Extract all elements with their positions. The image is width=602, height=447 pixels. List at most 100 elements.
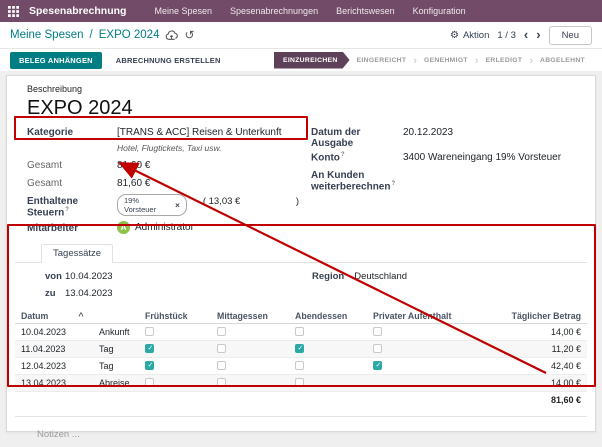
employee-avatar: A — [117, 221, 130, 234]
attach-receipt-button[interactable]: BELEG ANHÄNGEN — [10, 52, 102, 69]
field-total-company: Gesamt 81,60 € — [27, 176, 299, 193]
checkbox-privater-aufenthalt[interactable] — [373, 344, 382, 353]
control-panel: Meine Spesen / EXPO 2024 Aktion 1 / 3 Ne… — [0, 22, 602, 49]
from-value[interactable]: 10.04.2023 — [65, 271, 113, 282]
apps-grid-icon[interactable] — [8, 6, 19, 17]
to-value[interactable]: 13.04.2023 — [65, 288, 113, 299]
tab-tagessaetze[interactable]: Tagessätze — [41, 244, 113, 263]
cell-amount: 42,40 € — [473, 361, 581, 371]
checkbox-privater-aufenthalt[interactable] — [373, 361, 382, 370]
pager-prev-icon[interactable] — [524, 30, 528, 40]
page-background: Beschreibung EXPO 2024 Kategorie [TRANS … — [0, 71, 602, 447]
header-fruehstueck: Frühstück — [145, 311, 217, 321]
checkbox-abendessen[interactable] — [295, 378, 304, 387]
status-step-einzureichen[interactable]: EINZUREICHEN — [274, 52, 350, 69]
status-step-erledigt[interactable]: ERLEDIGT — [479, 57, 530, 64]
total-value[interactable]: 81,60 € — [117, 158, 150, 171]
total2-label: Gesamt — [27, 176, 117, 189]
checkbox-fruehstueck[interactable] — [145, 344, 154, 353]
undo-icon[interactable] — [184, 28, 194, 42]
cell-type: Ankunft — [99, 327, 145, 337]
description-label: Beschreibung — [27, 84, 575, 94]
checkbox-fruehstueck[interactable] — [145, 361, 154, 370]
cell-date: 13.04.2023 — [21, 378, 99, 388]
field-to: zu 13.04.2023 — [45, 286, 587, 301]
daily-rates-table: Datum Frühstück Mittagessen Abendessen P… — [15, 308, 587, 408]
tax-tag-label: 19% Vorsteuer — [124, 196, 172, 214]
cloud-save-icon[interactable] — [165, 30, 178, 41]
header-privater-aufenthalt: Privater Aufenthalt — [373, 311, 473, 321]
tag-remove-icon[interactable] — [175, 201, 180, 210]
notes-input[interactable] — [37, 429, 532, 440]
app-name[interactable]: Spesenabrechnung — [29, 5, 126, 17]
rebill-label: An Kunden weiterberechnen? — [311, 168, 403, 192]
breadcrumb-parent[interactable]: Meine Spesen — [10, 29, 84, 41]
checkbox-fruehstueck[interactable] — [145, 378, 154, 387]
checkbox-abendessen[interactable] — [295, 344, 304, 353]
table-row[interactable]: 10.04.2023 Ankunft 14,00 € — [15, 324, 587, 341]
action-menu-button[interactable]: Aktion — [450, 30, 489, 41]
tax-amount: ( 13,03 € ) — [203, 194, 299, 207]
checkbox-privater-aufenthalt[interactable] — [373, 327, 382, 336]
cell-date: 11.04.2023 — [21, 344, 99, 354]
expense-date-label: Datum der Ausgabe — [311, 125, 403, 149]
field-expense-date: Datum der Ausgabe 20.12.2023 — [311, 125, 575, 149]
form-sheet: Beschreibung EXPO 2024 Kategorie [TRANS … — [6, 75, 596, 432]
cell-type: Abreise — [99, 378, 145, 388]
menu-berichtswesen[interactable]: Berichtswesen — [332, 4, 399, 18]
action-menu-label: Aktion — [463, 30, 489, 41]
field-included-taxes: Enthaltene Steuern? 19% Vorsteuer ( 13,0… — [27, 194, 299, 218]
checkbox-mittagessen[interactable] — [217, 378, 226, 387]
table-row[interactable]: 11.04.2023 Tag 11,20 € — [15, 341, 587, 358]
help-marker: ? — [391, 181, 395, 187]
checkbox-abendessen[interactable] — [295, 361, 304, 370]
table-total-row: 81,60 € — [15, 392, 587, 408]
menu-konfiguration[interactable]: Konfiguration — [409, 4, 470, 18]
pager-next-icon[interactable] — [536, 30, 540, 40]
table-header-row: Datum Frühstück Mittagessen Abendessen P… — [15, 308, 587, 324]
menu-meine-spesen[interactable]: Meine Spesen — [150, 4, 216, 18]
status-pipeline: EINZUREICHEN EINGEREICHT GENEHMIGT ERLED… — [274, 52, 592, 69]
field-region: Region Deutschland — [312, 271, 407, 282]
header-taeglicher-betrag: Täglicher Betrag — [473, 311, 581, 321]
field-rebill-customer: An Kunden weiterberechnen? — [311, 168, 575, 192]
checkbox-mittagessen[interactable] — [217, 327, 226, 336]
expense-date-value[interactable]: 20.12.2023 — [403, 125, 453, 138]
status-step-genehmigt[interactable]: GENEHMIGT — [417, 57, 475, 64]
menu-spesenabrechnungen[interactable]: Spesenabrechnungen — [226, 4, 322, 18]
from-label: von — [45, 271, 63, 282]
create-report-button[interactable]: ABRECHNUNG ERSTELLEN — [110, 52, 227, 69]
table-row[interactable]: 13.04.2023 Abreise 14,00 € — [15, 375, 587, 392]
account-value[interactable]: 3400 Wareneingang 19% Vorsteuer — [403, 150, 561, 163]
new-record-button[interactable]: Neu — [549, 26, 592, 45]
checkbox-fruehstueck[interactable] — [145, 327, 154, 336]
field-total: Gesamt 81,60 € — [27, 158, 299, 175]
account-label: Konto? — [311, 150, 403, 163]
table-row[interactable]: 12.04.2023 Tag 42,40 € — [15, 358, 587, 375]
gear-icon — [450, 30, 459, 41]
cell-amount: 14,00 € — [473, 378, 581, 388]
breadcrumb-separator: / — [90, 29, 93, 41]
region-label: Region — [312, 271, 344, 282]
sort-asc-icon — [78, 311, 83, 321]
page-title: EXPO 2024 — [27, 96, 575, 120]
pager-counter: 1 / 3 — [497, 30, 516, 41]
employee-value[interactable]: Administrator — [135, 222, 194, 233]
checkbox-mittagessen[interactable] — [217, 344, 226, 353]
cell-type: Tag — [99, 361, 145, 371]
header-datum[interactable]: Datum — [21, 311, 145, 321]
checkbox-abendessen[interactable] — [295, 327, 304, 336]
category-value[interactable]: [TRANS & ACC] Reisen & Unterkunft — [117, 125, 282, 138]
status-step-abgelehnt[interactable]: ABGELEHNT — [533, 57, 592, 64]
taxes-label: Enthaltene Steuern? — [27, 194, 117, 218]
region-value[interactable]: Deutschland — [354, 271, 407, 282]
total-label: Gesamt — [27, 158, 117, 171]
category-label: Kategorie — [27, 125, 117, 138]
employee-label: Mitarbeiter — [27, 221, 117, 234]
cell-amount: 14,00 € — [473, 327, 581, 337]
status-step-eingereicht[interactable]: EINGEREICHT — [350, 57, 414, 64]
tax-tag[interactable]: 19% Vorsteuer — [117, 194, 187, 216]
notes-section — [15, 416, 587, 442]
field-account: Konto? 3400 Wareneingang 19% Vorsteuer — [311, 150, 575, 167]
checkbox-mittagessen[interactable] — [217, 361, 226, 370]
